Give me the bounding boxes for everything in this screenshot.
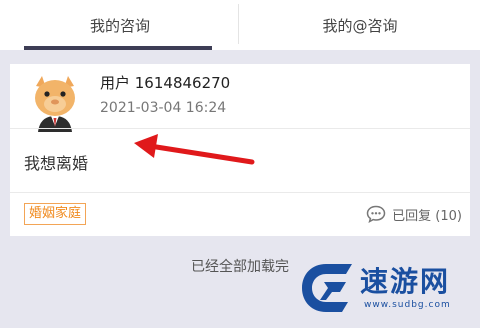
- tab-bar: 我的咨询 我的@咨询: [0, 0, 480, 50]
- username: 用户 1614846270: [100, 74, 231, 92]
- tab-label: 我的咨询: [89, 16, 150, 35]
- category-tag[interactable]: 婚姻家庭: [24, 203, 87, 225]
- watermark-url: www.sudbg.com: [364, 300, 451, 310]
- active-tab-indicator: [24, 46, 212, 50]
- tab-my-at-consultations[interactable]: 我的@咨询: [240, 0, 480, 50]
- watermark-logo: 速游网 www.sudbg.com: [296, 258, 480, 322]
- tab-my-consultations[interactable]: 我的咨询: [0, 0, 240, 50]
- logo-icon: [302, 264, 352, 312]
- reply-status[interactable]: 已回复 (10): [366, 203, 462, 225]
- tab-divider: [238, 4, 239, 44]
- post-datetime: 2021-03-04 16:24: [100, 100, 227, 116]
- chat-bubble-icon: [366, 205, 386, 223]
- question-text[interactable]: 我想离婚: [24, 150, 88, 174]
- cartoon-avatar-icon: [30, 74, 80, 132]
- reply-count: 已回复 (10): [392, 208, 462, 224]
- watermark-brand: 速游网: [360, 265, 451, 298]
- consultation-card[interactable]: 用户 1614846270 2021-03-04 16:24 我想离婚 婚姻家庭…: [10, 64, 470, 236]
- divider: [10, 192, 470, 193]
- tab-label: 我的@咨询: [322, 16, 398, 35]
- divider: [10, 128, 470, 129]
